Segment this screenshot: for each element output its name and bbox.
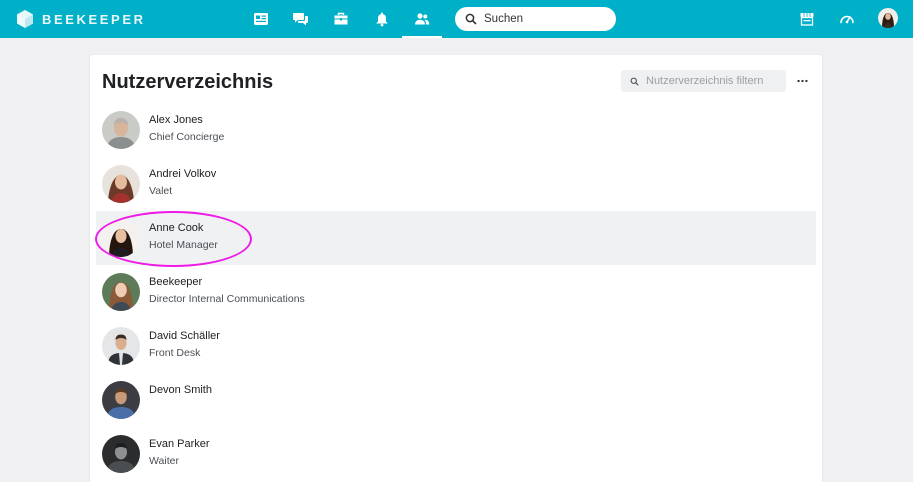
user-avatar bbox=[102, 219, 140, 257]
user-name: Devon Smith bbox=[149, 384, 212, 396]
user-name: Evan Parker bbox=[149, 438, 210, 450]
store-icon bbox=[800, 13, 814, 26]
filter-search-icon bbox=[630, 77, 639, 86]
user-row[interactable]: Andrei Volkov Valet bbox=[96, 157, 816, 211]
user-role: Front Desk bbox=[149, 347, 201, 359]
people-icon bbox=[415, 13, 430, 25]
bell-icon bbox=[376, 12, 388, 27]
nav-store[interactable] bbox=[787, 0, 827, 38]
nav-people[interactable] bbox=[402, 0, 442, 38]
global-search[interactable] bbox=[455, 7, 616, 31]
user-role: Hotel Manager bbox=[149, 239, 218, 251]
dashboard-gauge-icon bbox=[840, 15, 854, 24]
top-navigation-bar: BEEKEEPER bbox=[0, 0, 913, 38]
toolbox-icon bbox=[334, 12, 348, 25]
current-user-avatar[interactable] bbox=[878, 8, 898, 28]
nav-tools[interactable] bbox=[321, 0, 361, 38]
user-avatar bbox=[102, 435, 140, 473]
user-role: Valet bbox=[149, 185, 173, 197]
directory-filter-input[interactable] bbox=[646, 75, 786, 87]
user-role: Chief Concierge bbox=[149, 131, 225, 143]
user-row[interactable]: Alex Jones Chief Concierge bbox=[96, 103, 816, 157]
user-row[interactable]: Evan Parker Waiter bbox=[96, 427, 816, 481]
newspaper-icon bbox=[254, 13, 268, 25]
page-title: Nutzerverzeichnis bbox=[102, 71, 274, 93]
user-avatar bbox=[102, 381, 140, 419]
user-name: David Schäller bbox=[149, 330, 220, 342]
user-row[interactable]: Anne Cook Hotel Manager bbox=[96, 211, 816, 265]
nav-dashboard[interactable] bbox=[827, 0, 867, 38]
user-avatar bbox=[102, 273, 140, 311]
user-name: Beekeeper bbox=[149, 276, 203, 288]
user-role: Director Internal Communications bbox=[149, 293, 305, 305]
beekeeper-logo-icon bbox=[17, 10, 33, 28]
user-row[interactable]: Beekeeper Director Internal Communicatio… bbox=[96, 265, 816, 319]
user-name: Alex Jones bbox=[149, 114, 203, 126]
nav-chats[interactable] bbox=[281, 0, 321, 38]
search-icon bbox=[465, 13, 477, 25]
user-directory-card: Nutzerverzeichnis Alex Jones bbox=[90, 55, 822, 482]
user-list: Alex Jones Chief Concierge Andrei Volkov… bbox=[96, 103, 816, 481]
nav-notifications[interactable] bbox=[362, 0, 402, 38]
chat-bubbles-icon bbox=[293, 13, 308, 26]
user-row[interactable]: Devon Smith bbox=[96, 373, 816, 427]
user-role: Waiter bbox=[149, 455, 179, 467]
nav-news[interactable] bbox=[241, 0, 281, 38]
user-avatar bbox=[102, 327, 140, 365]
user-avatar bbox=[102, 111, 140, 149]
more-options-button[interactable] bbox=[794, 72, 810, 90]
user-name: Anne Cook bbox=[149, 222, 204, 234]
search-input[interactable] bbox=[484, 13, 604, 25]
user-row[interactable]: David Schäller Front Desk bbox=[96, 319, 816, 373]
brand-name: BEEKEEPER bbox=[42, 11, 146, 27]
user-avatar bbox=[102, 165, 140, 203]
user-name: Andrei Volkov bbox=[149, 168, 217, 180]
beekeeper-logo[interactable]: BEEKEEPER bbox=[15, 9, 146, 29]
directory-filter[interactable] bbox=[621, 70, 786, 92]
more-horizontal-icon bbox=[796, 79, 808, 83]
